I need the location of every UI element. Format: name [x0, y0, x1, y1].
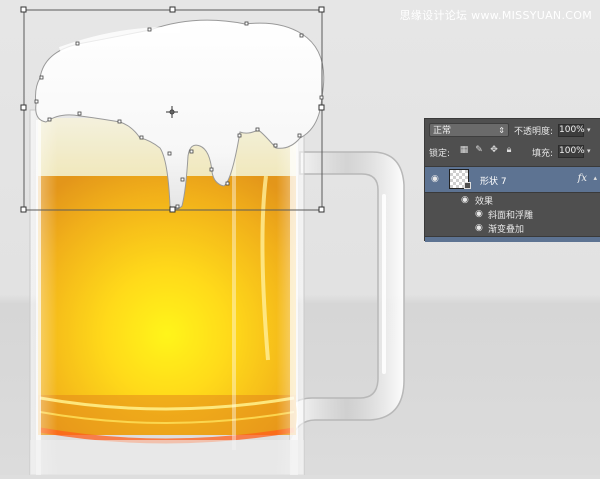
effect-label-gradient-overlay: 渐变叠加 [488, 225, 525, 235]
effects-visibility-eye-icon[interactable]: ◉ [461, 195, 471, 205]
lock-all-icon[interactable]: 🔒︎ [504, 144, 514, 156]
fill-field[interactable]: 100% [558, 145, 585, 158]
lock-transparent-icon[interactable]: ▦ [459, 144, 469, 156]
lock-label: 锁定: [429, 149, 451, 159]
next-layer-row[interactable] [425, 236, 600, 242]
gradient-visibility-eye-icon[interactable]: ◉ [475, 223, 485, 233]
fx-icon[interactable]: fx [578, 173, 587, 184]
lock-image-icon[interactable]: ✎ [474, 144, 484, 156]
effects-group-label: 效果 [475, 197, 494, 207]
effect-label-bevel: 斜面和浮雕 [488, 211, 534, 221]
layer-row-selected[interactable]: ◉ 形状 7 fx ▴ [425, 166, 600, 193]
bevel-visibility-eye-icon[interactable]: ◉ [475, 209, 485, 219]
lock-position-icon[interactable]: ✥ [489, 144, 499, 156]
shape-layer-badge-icon [464, 182, 471, 189]
effect-row-bevel[interactable]: ◉ 斜面和浮雕 [425, 207, 600, 221]
fill-dropdown-icon[interactable]: ▾ [587, 147, 591, 155]
blend-mode-select[interactable]: 正常 ⇕ [429, 123, 509, 137]
opacity-dropdown-icon[interactable]: ▾ [587, 126, 591, 134]
effect-row-gradient-overlay[interactable]: ◉ 渐变叠加 [425, 221, 600, 235]
layers-panel: 正常 ⇕ 不透明度: 100% ▾ 锁定: ▦ ✎ ✥ 🔒︎ 填充: 100% … [424, 118, 600, 242]
chevron-up-icon[interactable]: ▴ [593, 174, 597, 182]
effects-group-row[interactable]: ◉ 效果 [425, 193, 600, 207]
chevron-updown-icon: ⇕ [498, 126, 505, 135]
watermark: 思缘设计论坛 www.MISSYUAN.COM [399, 9, 592, 22]
opacity-label: 不透明度: [514, 127, 554, 137]
layer-name[interactable]: 形状 7 [480, 174, 507, 187]
opacity-field[interactable]: 100% [558, 124, 585, 137]
fill-label: 填充: [532, 149, 554, 159]
blend-mode-value: 正常 [433, 126, 452, 136]
visibility-eye-icon[interactable]: ◉ [431, 174, 441, 184]
